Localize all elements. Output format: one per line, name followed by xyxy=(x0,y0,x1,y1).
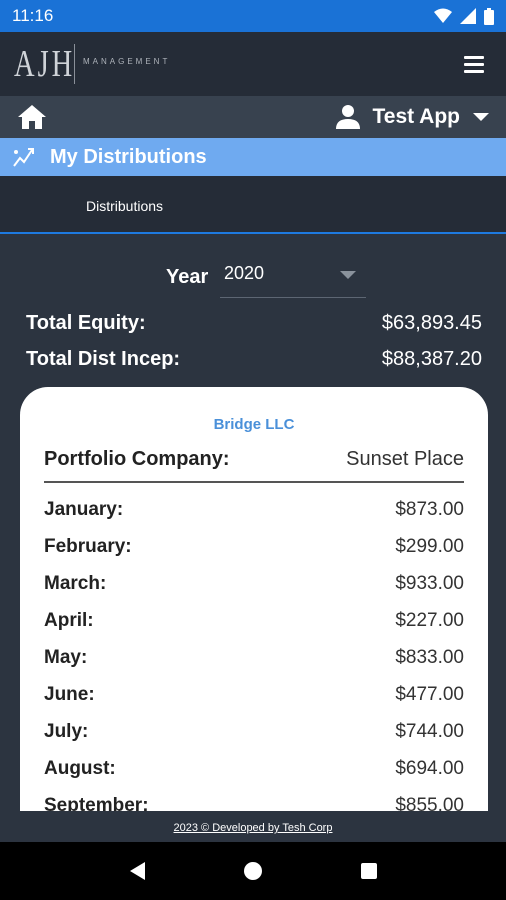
month-row: March: $933.00 xyxy=(44,566,464,603)
month-label: June: xyxy=(44,683,95,705)
portfolio-company-value: Sunset Place xyxy=(346,448,464,470)
account-switcher[interactable]: Test App xyxy=(335,104,491,130)
hamburger-menu-icon[interactable] xyxy=(456,46,492,82)
total-equity-value: $63,893.45 xyxy=(381,312,482,334)
month-row: April: $227.00 xyxy=(44,603,464,640)
total-dist-value: $88,387.20 xyxy=(381,348,482,370)
month-value: $855.00 xyxy=(395,794,464,811)
total-dist-label: Total Dist Incep: xyxy=(26,348,181,370)
battery-icon xyxy=(484,7,494,25)
section-header: My Distributions xyxy=(0,138,506,176)
month-value: $227.00 xyxy=(395,610,464,632)
chevron-down-icon xyxy=(473,113,489,121)
logo-subtext: MANAGEMENT xyxy=(83,56,171,66)
month-list: January: $873.00 February: $299.00 March… xyxy=(44,492,464,811)
year-value: 2020 xyxy=(224,263,265,283)
month-label: April: xyxy=(44,610,94,632)
page-title: My Distributions xyxy=(50,145,207,168)
status-bar: 11:16 xyxy=(0,0,506,32)
month-value: $873.00 xyxy=(395,499,464,521)
total-dist-row: Total Dist Incep: $88,387.20 xyxy=(26,348,482,371)
portfolio-company-row: Portfolio Company: Sunset Place xyxy=(44,448,464,483)
month-value: $694.00 xyxy=(395,757,464,779)
app-header: AJH MANAGEMENT xyxy=(0,32,506,96)
month-value: $477.00 xyxy=(395,683,464,705)
month-label: August: xyxy=(44,757,116,779)
month-label: March: xyxy=(44,573,107,595)
total-equity-label: Total Equity: xyxy=(26,312,146,334)
month-value: $299.00 xyxy=(395,536,464,558)
month-label: January: xyxy=(44,499,124,521)
month-row: July: $744.00 xyxy=(44,713,464,750)
home-circle-icon[interactable] xyxy=(243,862,262,880)
account-name: Test App xyxy=(372,105,461,128)
month-row: September: $855.00 xyxy=(44,787,464,811)
total-equity-row: Total Equity: $63,893.45 xyxy=(26,312,482,335)
month-value: $933.00 xyxy=(395,573,464,595)
nav-bar: Test App xyxy=(0,96,506,138)
month-label: September: xyxy=(44,794,149,811)
footer-credit-link[interactable]: 2023 © Developed by Tesh Corp xyxy=(0,822,506,834)
recents-icon[interactable] xyxy=(360,863,377,879)
month-label: July: xyxy=(44,720,89,742)
month-row: January: $873.00 xyxy=(44,492,464,529)
user-icon xyxy=(335,105,360,129)
wifi-icon xyxy=(434,8,452,23)
card-title: Bridge LLC xyxy=(213,416,295,433)
status-icons xyxy=(434,7,494,25)
tab-distributions[interactable]: Distributions xyxy=(86,198,163,214)
tab-bar: Distributions xyxy=(0,176,506,234)
distribution-icon xyxy=(13,148,34,167)
signal-icon xyxy=(460,8,476,24)
status-time: 11:16 xyxy=(12,6,54,25)
month-value: $833.00 xyxy=(395,647,464,668)
portfolio-company-label: Portfolio Company: xyxy=(44,448,230,470)
month-row: February: $299.00 xyxy=(44,529,464,566)
month-label: February: xyxy=(44,536,132,558)
distribution-card: Bridge LLC Portfolio Company: Sunset Pla… xyxy=(20,387,488,811)
month-row: June: $477.00 xyxy=(44,676,464,713)
month-row: May: $833.00 xyxy=(44,640,464,677)
system-nav-bar xyxy=(0,842,506,900)
year-label: Year xyxy=(166,266,209,288)
company-logo: AJH MANAGEMENT xyxy=(14,42,170,86)
home-icon[interactable] xyxy=(16,101,48,133)
year-select[interactable]: 2020 xyxy=(220,258,366,298)
year-filter: Year 2020 xyxy=(166,258,366,300)
month-value: $744.00 xyxy=(395,720,464,742)
logo-text: AJH xyxy=(14,43,76,85)
dropdown-caret-icon xyxy=(340,271,356,279)
back-icon[interactable] xyxy=(129,862,145,880)
month-row: August: $694.00 xyxy=(44,750,464,787)
month-label: May: xyxy=(44,647,88,668)
